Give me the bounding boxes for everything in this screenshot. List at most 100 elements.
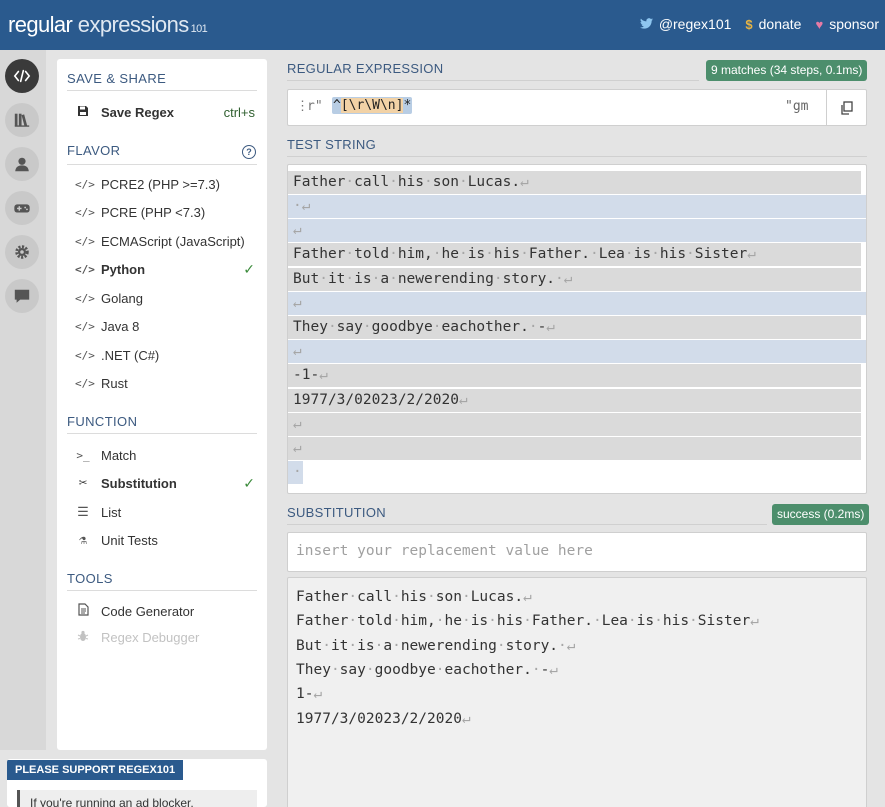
test-line: 1977/3/02023/2/2020↵ — [288, 389, 866, 412]
document-icon — [75, 603, 91, 619]
flavor-item-dotnet[interactable]: </> .NET (C#) — [75, 344, 255, 366]
support-box: PLEASE SUPPORT REGEX101 If you're runnin… — [7, 759, 267, 807]
substitution-input[interactable]: insert your replacement value here — [287, 532, 867, 572]
logo-text-regular: regular — [8, 12, 73, 37]
divider — [287, 524, 767, 525]
test-line: But·it·is·a·newerending·story.·↵ — [288, 268, 866, 291]
support-tag: PLEASE SUPPORT REGEX101 — [7, 760, 184, 780]
test-line: ·↵ — [288, 195, 866, 218]
gamepad-icon — [14, 204, 30, 213]
substitution-result[interactable]: Father·call·his·son·Lucas.↵ Father·told·… — [287, 577, 867, 807]
test-line: Father·call·his·son·Lucas.↵ — [288, 171, 866, 194]
code-icon: </> — [75, 262, 95, 276]
flavor-label: Rust — [101, 375, 128, 391]
flavor-item-rust[interactable]: </> Rust — [75, 372, 255, 394]
code-icon: </> — [75, 376, 95, 390]
regex-input[interactable]: ⋮ r" ^[\r\W\n]* "gm — [287, 89, 867, 126]
function-item-substitution[interactable]: ✂ Substitution ✓ — [75, 472, 255, 494]
flask-icon: ⚗ — [79, 532, 87, 548]
flavor-item-ecmascript[interactable]: </> ECMAScript (JavaScript) — [75, 230, 255, 252]
divider — [67, 164, 257, 165]
save-regex-button[interactable]: Save Regex ctrl+s — [75, 101, 255, 123]
function-item-list[interactable]: ☰ List — [75, 501, 255, 523]
library-button[interactable] — [5, 103, 39, 137]
top-header: regular expressions 101 @regex101 $ donat… — [0, 0, 885, 50]
divider — [287, 156, 867, 157]
function-label: Unit Tests — [101, 532, 158, 548]
copy-icon — [841, 100, 853, 115]
regex-prefix: r" — [307, 99, 323, 114]
copy-button[interactable] — [826, 90, 866, 125]
function-label: List — [101, 504, 122, 520]
icon-sidebar — [0, 50, 46, 750]
logo-version: 101 — [190, 23, 208, 35]
regex-editor-icon — [13, 69, 31, 83]
tool-label: Code Generator — [101, 603, 195, 619]
account-button[interactable] — [5, 147, 39, 181]
flavor-item-java8[interactable]: </> Java 8 — [75, 315, 255, 337]
sponsor-link-label: sponsor — [829, 16, 879, 32]
result-line: 1977/3/02023/2/2020↵ — [296, 711, 471, 727]
function-item-match[interactable]: >_ Match — [75, 444, 255, 466]
checkmark-icon: ✓ — [243, 474, 255, 491]
flavor-label: PCRE2 (PHP >=7.3) — [101, 176, 220, 192]
bug-icon — [75, 630, 91, 645]
gear-icon — [15, 245, 29, 259]
match-info-badge: 9 matches (34 steps, 0.1ms) — [706, 60, 868, 81]
result-line: They·say·goodbye·eachother.·-↵ — [296, 662, 559, 678]
code-icon: </> — [75, 234, 95, 248]
flavor-item-pcre[interactable]: </> PCRE (PHP <7.3) — [75, 201, 255, 223]
chat-button[interactable] — [5, 279, 39, 313]
sponsor-link[interactable]: ♥ sponsor — [815, 16, 879, 32]
flavor-item-python[interactable]: </> Python ✓ — [75, 258, 255, 280]
donate-link-label: donate — [758, 16, 802, 32]
regex-anchor: ^ — [333, 98, 341, 113]
donate-link[interactable]: $ donate — [745, 16, 801, 32]
flavor-label: PCRE (PHP <7.3) — [101, 204, 206, 220]
dollar-icon: $ — [745, 16, 753, 32]
test-line: ↵ — [288, 292, 866, 315]
test-string-editor[interactable]: Father·call·his·son·Lucas.↵ ·↵ ↵ Father·… — [287, 164, 867, 494]
save-shortcut: ctrl+s — [223, 104, 255, 120]
code-generator-button[interactable]: Code Generator — [75, 600, 255, 622]
tools-title: TOOLS — [67, 571, 113, 586]
twitter-link[interactable]: @regex101 — [639, 16, 731, 32]
substitution-placeholder: insert your replacement value here — [296, 543, 593, 559]
save-share-title: SAVE & SHARE — [67, 71, 167, 86]
divider — [287, 80, 699, 81]
heart-icon: ♥ — [815, 16, 824, 32]
test-line: ↵ — [288, 413, 866, 436]
test-line: Father·told·him,·he·is·his·Father.·Lea·i… — [288, 243, 866, 266]
support-text: If you're running an ad blocker, — [17, 790, 257, 807]
regex-quantifier: * — [403, 98, 412, 113]
code-icon: </> — [75, 177, 95, 191]
function-title: FUNCTION — [67, 414, 138, 429]
header-links: @regex101 $ donate ♥ sponsor — [639, 16, 879, 32]
save-icon — [75, 105, 91, 120]
test-line: ↵ — [288, 219, 866, 242]
save-regex-label: Save Regex — [101, 104, 174, 120]
divider — [67, 590, 257, 591]
regex-flags[interactable]: "gm — [785, 99, 808, 114]
terminal-icon: >_ — [76, 448, 90, 462]
divider — [67, 90, 257, 91]
regex-editor-button[interactable] — [5, 59, 39, 93]
flavor-item-pcre2[interactable]: </> PCRE2 (PHP >=7.3) — [75, 173, 255, 195]
help-icon[interactable]: ? — [242, 145, 256, 159]
test-line: ↵ — [288, 437, 866, 460]
settings-button[interactable] — [5, 235, 39, 269]
site-logo[interactable]: regular expressions 101 — [8, 12, 208, 38]
regex-expression[interactable]: ^[\r\W\n]* — [332, 97, 413, 114]
flavor-title: FLAVOR — [67, 143, 121, 158]
test-line: -1-↵ — [288, 364, 866, 387]
flavor-label: Java 8 — [101, 318, 140, 334]
function-item-unit-tests[interactable]: ⚗ Unit Tests — [75, 529, 255, 551]
flavor-item-golang[interactable]: </> Golang — [75, 287, 255, 309]
list-icon: ☰ — [77, 504, 89, 520]
regex-flags-value: gm — [792, 99, 809, 114]
quiz-button[interactable] — [5, 191, 39, 225]
code-icon: </> — [75, 291, 95, 305]
library-icon — [14, 113, 30, 127]
test-line: They·say·goodbye·eachother.·-↵ — [288, 316, 866, 339]
substitution-title: SUBSTITUTION — [287, 505, 386, 520]
